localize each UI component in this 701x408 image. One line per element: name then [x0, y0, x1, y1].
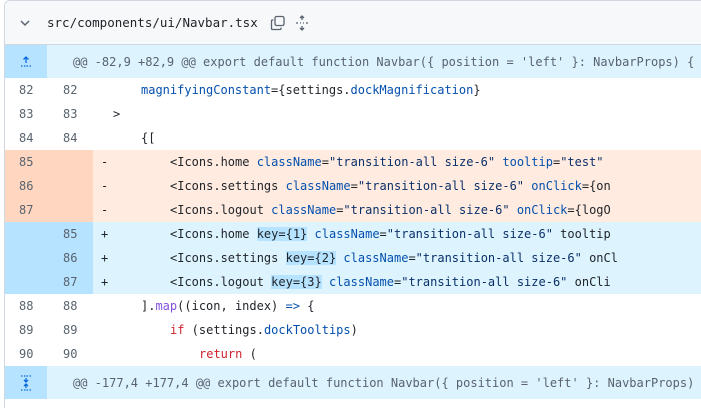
diff-line-added: 86 + <Icons.settings key={2} className="tr… [5, 246, 701, 270]
code-text: <Icons.logout className="transition-all … [170, 203, 611, 217]
chevron-down-icon[interactable] [17, 15, 33, 31]
hunk-header-text: @@ -177,4 +177,4 @@ export default funct… [73, 375, 695, 390]
diff-line-added: 87 + <Icons.logout key={3} className="tran… [5, 270, 701, 294]
code-text: > [113, 107, 121, 121]
code-text: <Icons.home className="transition-all si… [170, 155, 604, 169]
code-text: return ( [199, 347, 257, 361]
new-line-number[interactable]: 90 [49, 342, 93, 366]
expand-both-icon[interactable] [5, 366, 47, 399]
diff-line-deleted: 87 - <Icons.logout className="transition-a… [5, 198, 701, 222]
old-line-number[interactable]: 82 [5, 78, 49, 102]
diff-sign: + [101, 227, 109, 241]
old-line-number[interactable]: 88 [5, 294, 49, 318]
file-header: src/components/ui/Navbar.tsx [5, 1, 701, 45]
hunk-header: @@ -177,4 +177,4 @@ export default funct… [5, 366, 701, 399]
code-text: magnifyingConstant={settings.dockMagnifi… [141, 83, 481, 97]
diff-line-context: 83 83 > [5, 102, 701, 126]
expand-up-icon[interactable] [5, 45, 47, 78]
diff-line-context: 88 88 ].map((icon, index) => { [5, 294, 701, 318]
unfold-icon[interactable] [294, 14, 310, 31]
hunk-header-text: @@ -82,9 +82,9 @@ export default functio… [73, 54, 695, 69]
old-line-number[interactable]: 85 [5, 150, 49, 174]
diff-line-deleted: 85 - <Icons.home className="transition-all… [5, 150, 701, 174]
old-line-number[interactable]: 90 [5, 342, 49, 366]
old-line-number[interactable]: 83 [5, 102, 49, 126]
hunk-header: @@ -82,9 +82,9 @@ export default functio… [5, 45, 701, 78]
new-line-number[interactable]: 83 [49, 102, 93, 126]
old-line-number[interactable]: 86 [5, 174, 49, 198]
diff-sign: - [101, 203, 109, 217]
diff-sign: - [101, 179, 109, 193]
diff-sign: + [101, 251, 109, 265]
old-line-number[interactable]: 89 [5, 318, 49, 342]
code-text: if (settings.dockTooltips) [170, 323, 358, 337]
new-line-number[interactable]: 82 [49, 78, 93, 102]
old-line-number[interactable]: 84 [5, 126, 49, 150]
copy-icon[interactable] [270, 15, 286, 31]
new-line-number[interactable]: 87 [49, 270, 93, 294]
diff-file: src/components/ui/Navbar.tsx @@ -82,9 +8… [4, 0, 701, 408]
diff-line-context: 82 82 magnifyingConstant={settings.dockMag… [5, 78, 701, 102]
diff-line-deleted: 86 - <Icons.settings className="transition… [5, 174, 701, 198]
diff-line-context: 90 90 return ( [5, 342, 701, 366]
old-line-number[interactable]: 87 [5, 198, 49, 222]
diff-line-added: 85 + <Icons.home key={1} className="transi… [5, 222, 701, 246]
diff-line-context: 84 84 {[ [5, 126, 701, 150]
new-line-number[interactable]: 84 [49, 126, 93, 150]
code-text: ].map((icon, index) => { [141, 299, 315, 313]
code-text: {[ [141, 131, 156, 145]
code-text: <Icons.settings key={2} className="trans… [170, 251, 618, 265]
file-name[interactable]: src/components/ui/Navbar.tsx [47, 15, 258, 30]
new-line-number[interactable]: 86 [49, 246, 93, 270]
code-text: <Icons.logout key={3} className="transit… [170, 275, 611, 289]
code-text: <Icons.settings className="transition-al… [170, 179, 611, 193]
diff-sign: - [101, 155, 109, 169]
diff-line-context: 89 89 if (settings.dockTooltips) [5, 318, 701, 342]
new-line-number[interactable]: 85 [49, 222, 93, 246]
diff-sign: + [101, 275, 109, 289]
new-line-number[interactable]: 89 [49, 318, 93, 342]
code-text: <Icons.home key={1} className="transitio… [170, 227, 611, 241]
new-line-number[interactable]: 88 [49, 294, 93, 318]
